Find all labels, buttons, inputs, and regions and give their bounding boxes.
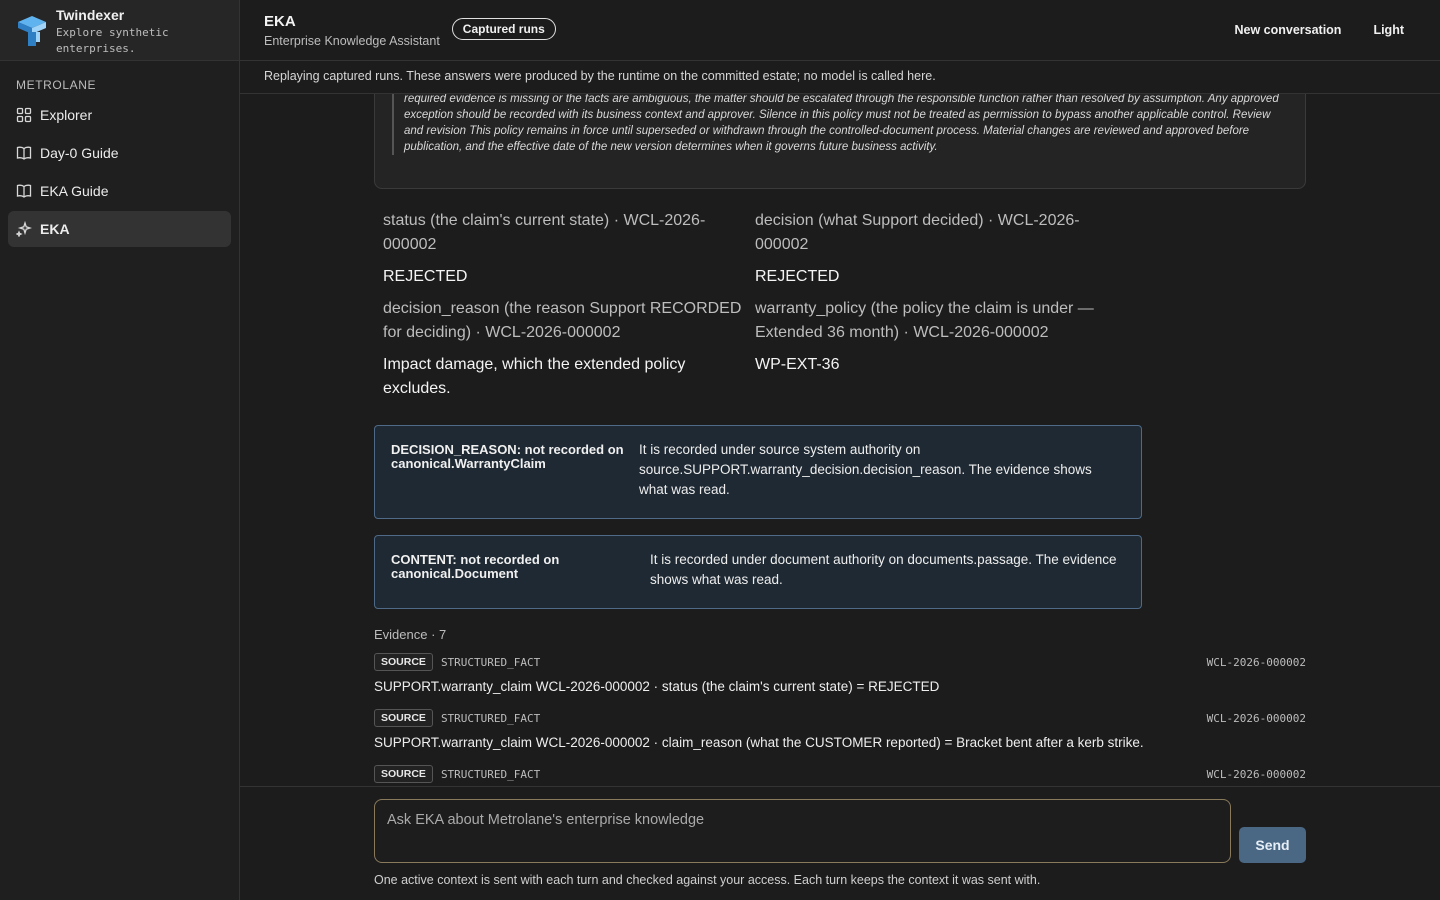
page-header: EKA Enterprise Knowledge Assistant Captu… bbox=[240, 0, 1440, 61]
new-conversation-button[interactable]: New conversation bbox=[1234, 23, 1341, 37]
policy-excerpt: required evidence is missing or the fact… bbox=[392, 94, 1289, 155]
evidence-reference[interactable]: WCL-2026-000002 bbox=[1207, 712, 1306, 725]
book-icon bbox=[16, 184, 32, 198]
brand-tagline: Explore synthetic enterprises. bbox=[56, 25, 169, 57]
evidence-text: SUPPORT.warranty_claim WCL-2026-000002 ·… bbox=[374, 679, 940, 694]
brand-tagline-line1: Explore synthetic bbox=[56, 26, 169, 39]
evidence-reference[interactable]: WCL-2026-000002 bbox=[1207, 768, 1306, 781]
fact-label: decision_reason (the reason Support RECO… bbox=[383, 300, 742, 341]
evidence-kind: STRUCTURED_FACT bbox=[440, 655, 541, 669]
sidebar-item-label: EKA bbox=[40, 221, 70, 237]
evidence-source-tag: SOURCE bbox=[374, 653, 433, 671]
brand-name: Twindexer bbox=[56, 7, 125, 23]
context-note: One active context is sent with each tur… bbox=[374, 873, 1041, 887]
grid-icon bbox=[16, 107, 32, 123]
evidence-heading: Evidence · 7 bbox=[374, 627, 447, 642]
section-label: METROLANE bbox=[16, 78, 97, 92]
page-title: EKA bbox=[264, 12, 296, 30]
sidebar-item-label: EKA Guide bbox=[40, 183, 109, 199]
brand-tagline-line2: enterprises. bbox=[56, 42, 136, 55]
fact-value: REJECTED bbox=[755, 268, 840, 285]
fact-item: decision_reason (the reason Support RECO… bbox=[383, 297, 755, 401]
fact-label: warranty_policy (the policy the claim is… bbox=[755, 300, 1094, 341]
fact-value: REJECTED bbox=[383, 268, 468, 285]
gap-notice-body: It is recorded under source system autho… bbox=[639, 442, 1092, 497]
composer: Ask EKA about Metrolane's enterprise kno… bbox=[240, 786, 1440, 900]
fact-item: decision (what Support decided) · WCL-20… bbox=[755, 209, 1127, 289]
sidebar-item-day0-guide[interactable]: Day-0 Guide bbox=[8, 135, 231, 171]
replay-notice: Replaying captured runs. These answers w… bbox=[240, 61, 1440, 94]
sidebar-item-eka-guide[interactable]: EKA Guide bbox=[8, 173, 231, 209]
evidence-kind: STRUCTURED_FACT bbox=[440, 711, 541, 725]
sparkle-icon bbox=[16, 221, 32, 237]
evidence-meta: SOURCE STRUCTURED_FACT WCL-2026-000002 bbox=[374, 652, 1306, 672]
fact-value: Impact damage, which the extended policy… bbox=[383, 356, 686, 397]
captured-runs-badge: Captured runs bbox=[451, 18, 556, 40]
book-icon bbox=[16, 146, 32, 160]
theme-toggle-button[interactable]: Light bbox=[1373, 23, 1404, 37]
evidence-source-tag: SOURCE bbox=[374, 709, 433, 727]
fact-value: WP-EXT-36 bbox=[755, 356, 840, 373]
sidebar-item-label: Explorer bbox=[40, 107, 93, 123]
gap-notice-title: DECISION_REASON: not recorded on canonic… bbox=[391, 442, 624, 471]
header-actions: New conversation Light bbox=[1234, 23, 1416, 37]
evidence-source-tag: SOURCE bbox=[374, 765, 433, 783]
conversation-scroll-area[interactable]: required evidence is missing or the fact… bbox=[240, 94, 1440, 786]
gap-notice-card: DECISION_REASON: not recorded on canonic… bbox=[374, 425, 1142, 519]
twindexer-logo-icon bbox=[18, 16, 46, 46]
fact-item: warranty_policy (the policy the claim is… bbox=[755, 297, 1127, 401]
evidence-reference[interactable]: WCL-2026-000002 bbox=[1207, 656, 1306, 669]
gap-notice-title: CONTENT: not recorded on canonical.Docum… bbox=[391, 552, 560, 581]
fact-label: decision (what Support decided) · WCL-20… bbox=[755, 212, 1080, 253]
fact-label: status (the claim's current state) · WCL… bbox=[383, 212, 706, 253]
gap-notice-body: It is recorded under document authority … bbox=[650, 552, 1117, 587]
evidence-meta: SOURCE STRUCTURED_FACT WCL-2026-000002 bbox=[374, 764, 1306, 784]
title-block: EKA Enterprise Knowledge Assistant bbox=[264, 13, 440, 48]
send-button[interactable]: Send bbox=[1239, 827, 1306, 863]
gap-notice-card: CONTENT: not recorded on canonical.Docum… bbox=[374, 535, 1142, 609]
evidence-item: SOURCE STRUCTURED_FACT WCL-2026-000002 bbox=[374, 764, 1306, 784]
sidebar-nav: Explorer Day-0 Guide EKA Guide EKA bbox=[0, 97, 239, 247]
brand[interactable]: Twindexer Explore synthetic enterprises. bbox=[0, 0, 239, 61]
sidebar: Twindexer Explore synthetic enterprises.… bbox=[0, 0, 240, 900]
evidence-item: SOURCE STRUCTURED_FACT WCL-2026-000002 S… bbox=[374, 708, 1306, 750]
evidence-kind: STRUCTURED_FACT bbox=[440, 767, 541, 781]
policy-quote-card: required evidence is missing or the fact… bbox=[374, 94, 1306, 189]
fact-grid: status (the claim's current state) · WCL… bbox=[383, 209, 1143, 409]
message-input[interactable]: Ask EKA about Metrolane's enterprise kno… bbox=[374, 799, 1231, 863]
sidebar-item-label: Day-0 Guide bbox=[40, 145, 119, 161]
evidence-text: SUPPORT.warranty_claim WCL-2026-000002 ·… bbox=[374, 735, 1144, 750]
fact-item: status (the claim's current state) · WCL… bbox=[383, 209, 755, 289]
evidence-item: SOURCE STRUCTURED_FACT WCL-2026-000002 S… bbox=[374, 652, 1306, 694]
sidebar-item-eka[interactable]: EKA bbox=[8, 211, 231, 247]
page-subtitle: Enterprise Knowledge Assistant bbox=[264, 33, 440, 48]
evidence-meta: SOURCE STRUCTURED_FACT WCL-2026-000002 bbox=[374, 708, 1306, 728]
sidebar-item-explorer[interactable]: Explorer bbox=[8, 97, 231, 133]
